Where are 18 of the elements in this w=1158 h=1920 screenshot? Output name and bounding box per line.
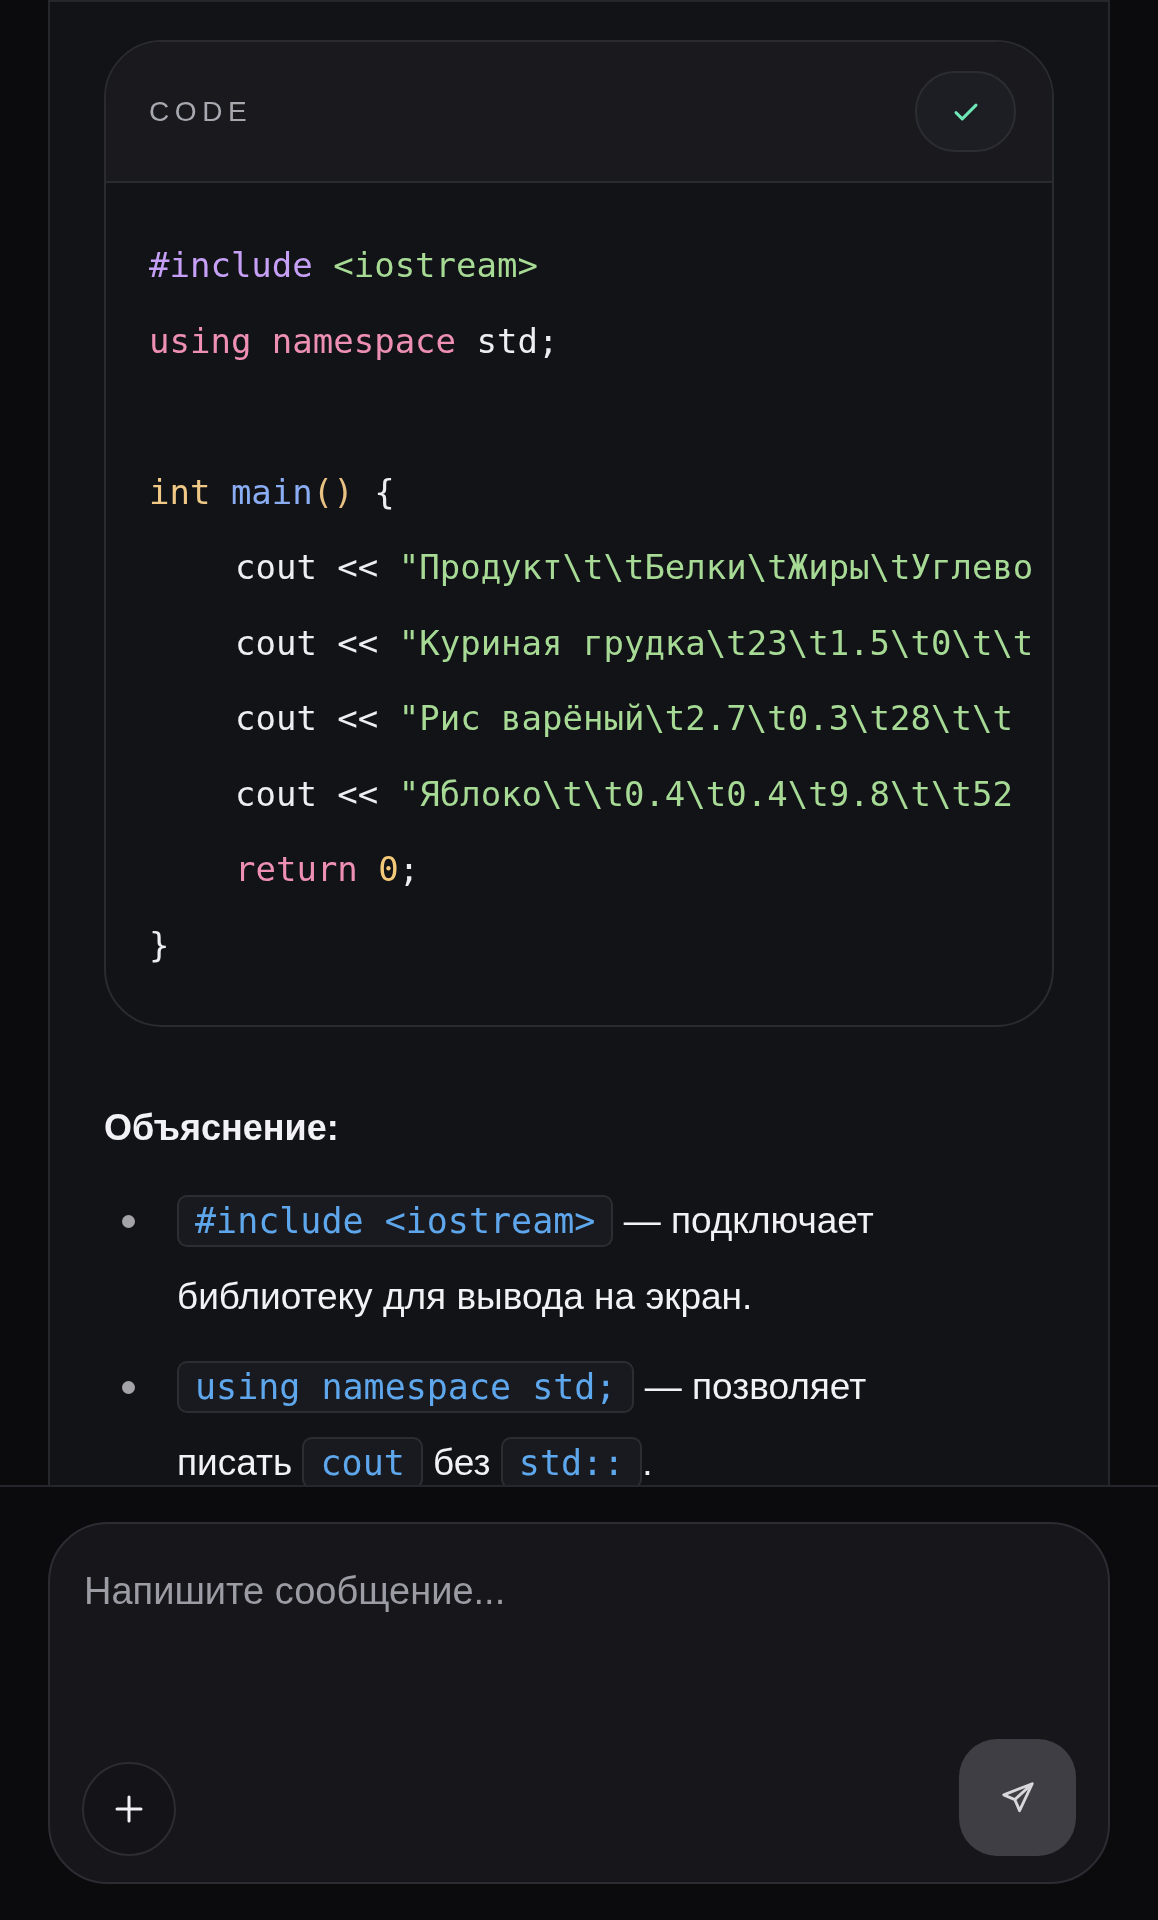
code-line: cout << "Яблоко\t\t0.4\t0.4\t9.8\t\t52 (235, 773, 1013, 814)
code-line: return 0; (235, 849, 420, 889)
code-line: } (149, 924, 170, 965)
code-line: cout << "Рис варёный\t2.7\t0.3\t28\t\t (235, 698, 1013, 738)
code-line: cout << "Продукт\t\tБелки\tЖиры\tУглево (235, 547, 1034, 587)
code-line: cout << "Куриная грудка\t23\t1.5\t0\t\t (235, 622, 1034, 663)
code-language-label: CODE (149, 94, 253, 129)
code-line: #include <iostream> (149, 245, 538, 285)
section-heading: Объяснение: (104, 1106, 340, 1150)
code-line: int main() { (149, 471, 395, 512)
bullet-icon (122, 1381, 135, 1394)
bullet-icon (122, 1215, 135, 1228)
bullet-text: using namespace std; — позволяет писать cout без std:: . (177, 1349, 957, 1485)
code-line: using namespace std; (149, 320, 559, 361)
message-input[interactable]: Напишите сообщение... (82, 1562, 1076, 1621)
plus-icon (114, 1794, 144, 1824)
bullet-text: #include <iostream> — подключает библиотеку для вывода на экран. (177, 1183, 957, 1335)
send-button[interactable] (959, 1739, 1076, 1856)
